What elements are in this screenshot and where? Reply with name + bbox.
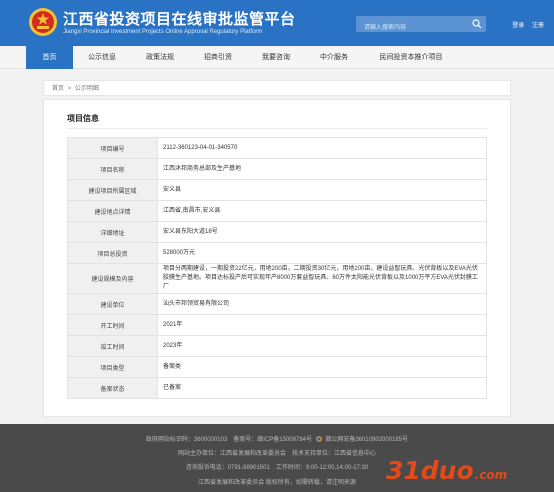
watermark-suffix: .com <box>474 468 508 482</box>
breadcrumb-home[interactable]: 首页 <box>52 86 64 92</box>
row-key: 建设规模及内容 <box>67 263 158 294</box>
watermark-text: 31duo <box>386 456 474 485</box>
row-key: 项目类型 <box>67 356 158 378</box>
row-value: 汕头市邦领贸易有限公司 <box>157 293 487 315</box>
row-value: 安义县 <box>157 179 487 201</box>
table-row: 项目名称 江西沐邦商务总部及生产基地 <box>67 158 487 180</box>
table-row: 详细地址 安义县东阳大道18号 <box>67 221 487 243</box>
main-nav: 首页 公示信息 政策法规 招商引资 我要咨询 中介服务 民间投资本推介项目 <box>0 46 554 69</box>
table-row: 建设项目所属区域 安义县 <box>67 179 487 201</box>
row-key: 建设项目所属区域 <box>67 179 158 201</box>
breadcrumb-separator: > <box>67 86 72 92</box>
row-key: 详细地址 <box>67 221 158 243</box>
project-info-table: 项目编号 2112-360123-04-01-340570 项目名称 江西沐邦商… <box>67 137 487 399</box>
table-row: 建设规模及内容 项目分两期建设，一期投资22亿元，用地200亩，二期投资30亿元… <box>67 263 487 294</box>
site-subtitle: Jiangxi Provincial Investment Projects O… <box>63 29 263 35</box>
row-value: 江西沐邦商务总部及生产基地 <box>157 158 487 180</box>
table-row: 项目总投资 528000万元 <box>67 242 487 264</box>
search-input[interactable] <box>356 20 466 36</box>
panel-divider <box>67 128 487 129</box>
row-value: 2112-360123-04-01-340570 <box>157 137 487 159</box>
nav-item-consult[interactable]: 我要咨询 <box>247 46 305 69</box>
nav-item-investment[interactable]: 招商引资 <box>189 46 247 69</box>
nav-list: 首页 公示信息 政策法规 招商引资 我要咨询 中介服务 民间投资本推介项目 <box>26 46 459 69</box>
row-key: 项目名称 <box>67 158 158 180</box>
row-value: 项目分两期建设，一期投资22亿元，用地200亩，二期投资30亿元，用地200亩，… <box>157 263 487 294</box>
site-title[interactable]: 江西省投资项目在线审批监管平台 <box>63 8 296 29</box>
nav-item-home[interactable]: 首页 <box>26 46 73 69</box>
row-key: 备案状态 <box>67 377 158 399</box>
row-key: 项目编号 <box>67 137 158 159</box>
table-row: 备案状态 已备案 <box>67 377 487 399</box>
table-row: 开工时间 2021年 <box>67 314 487 336</box>
search-icon[interactable] <box>472 19 482 29</box>
footer-icp[interactable]: 政府网站标识码：3600000103 备案号：赣ICP备15008784号 <box>146 437 312 443</box>
row-value: 2023年 <box>157 335 487 357</box>
login-link[interactable]: 登录 <box>512 23 524 29</box>
row-value: 江西省,南昌市,安义县 <box>157 200 487 222</box>
row-value: 备案类 <box>157 356 487 378</box>
table-row: 竣工时间 2023年 <box>67 335 487 357</box>
auth-links: 登录 注册 <box>506 20 544 29</box>
row-key: 建设地点详情 <box>67 200 158 222</box>
table-row: 建设单位 汕头市邦领贸易有限公司 <box>67 293 487 315</box>
table-row: 项目编号 2112-360123-04-01-340570 <box>67 137 487 159</box>
row-key: 竣工时间 <box>67 335 158 357</box>
register-link[interactable]: 注册 <box>532 23 544 29</box>
table-row: 项目类型 备案类 <box>67 356 487 378</box>
watermark-logo: 31duo.com <box>386 456 507 485</box>
national-emblem-icon[interactable] <box>28 7 58 37</box>
row-key: 建设单位 <box>67 293 158 315</box>
site-header: 江西省投资项目在线审批监管平台 Jiangxi Provincial Inves… <box>0 0 554 46</box>
footer-police-record[interactable]: 赣公网安备36010902000185号 <box>325 437 408 443</box>
breadcrumb-current: 公示明细 <box>74 86 99 92</box>
project-info-panel: 项目信息 项目编号 2112-360123-04-01-340570 项目名称 … <box>43 99 511 417</box>
row-key: 开工时间 <box>67 314 158 336</box>
nav-item-notices[interactable]: 公示信息 <box>73 46 131 69</box>
nav-item-private-investment[interactable]: 民间投资本推介项目 <box>363 46 459 69</box>
panel-title: 项目信息 <box>67 114 99 123</box>
breadcrumb: 首页 > 公示明细 <box>43 80 511 96</box>
nav-item-agency[interactable]: 中介服务 <box>305 46 363 69</box>
row-value: 528000万元 <box>157 242 487 264</box>
row-value: 已备案 <box>157 377 487 399</box>
footer-line-registration: 政府网站标识码：3600000103 备案号：赣ICP备15008784号 赣公… <box>0 434 554 443</box>
nav-item-policies[interactable]: 政策法规 <box>131 46 189 69</box>
police-badge-icon <box>315 436 322 442</box>
search-box <box>356 16 486 36</box>
row-key: 项目总投资 <box>67 242 158 264</box>
row-value: 2021年 <box>157 314 487 336</box>
table-row: 建设地点详情 江西省,南昌市,安义县 <box>67 200 487 222</box>
row-value: 安义县东阳大道18号 <box>157 221 487 243</box>
